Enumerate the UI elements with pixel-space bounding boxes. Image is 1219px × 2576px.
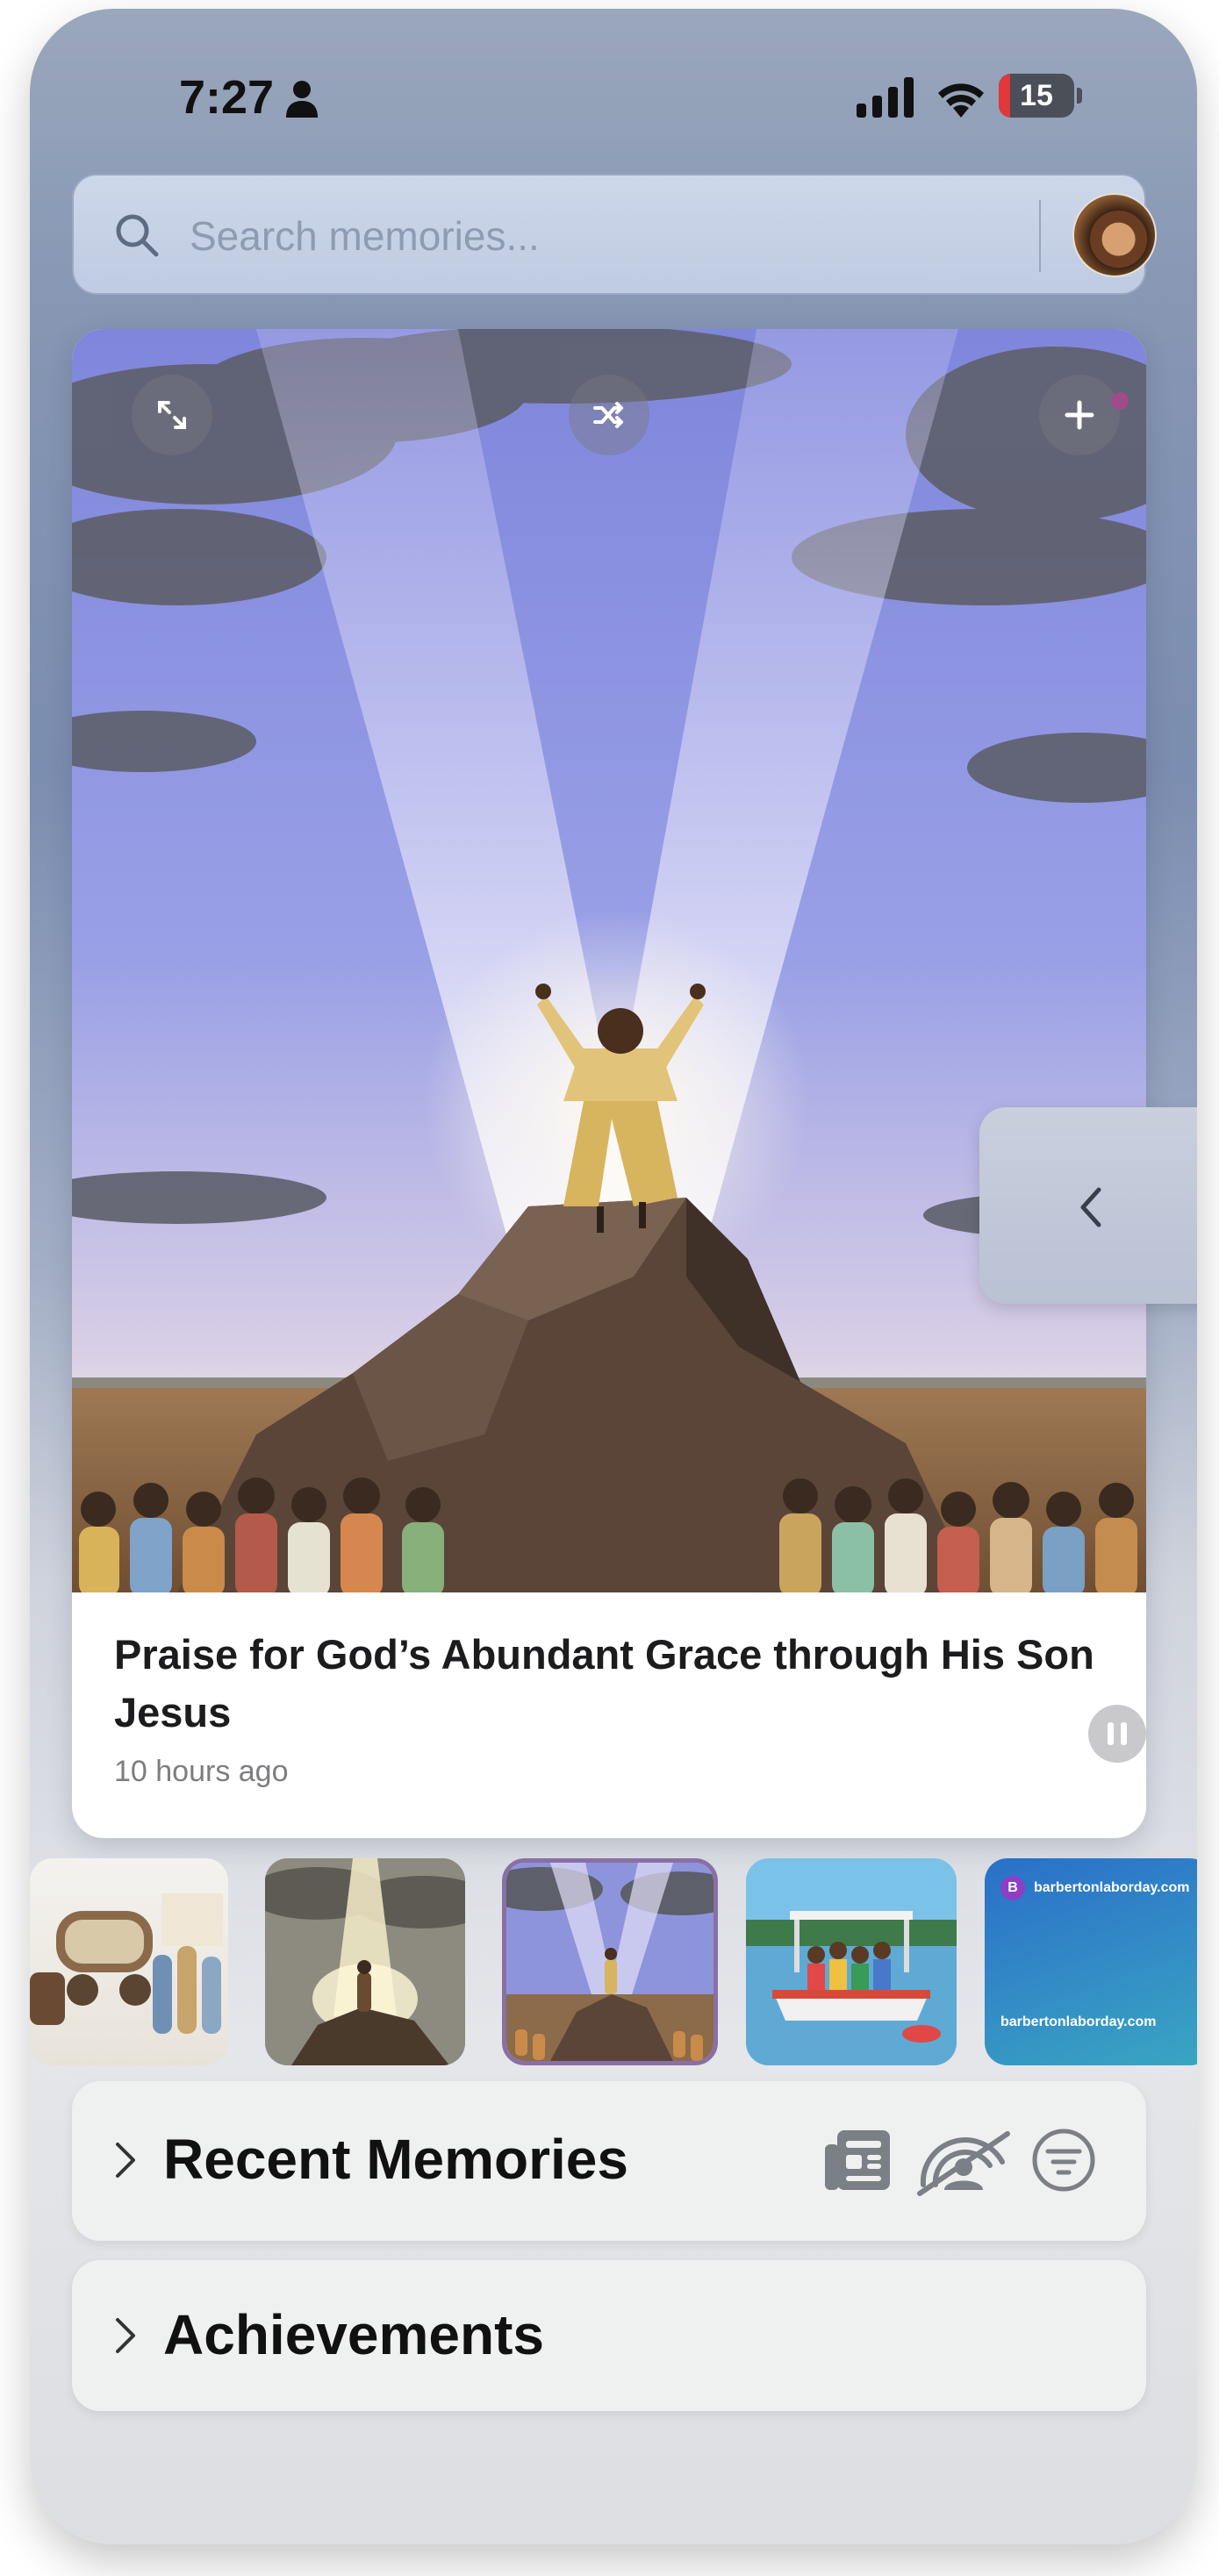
pause-button[interactable] (1088, 1705, 1146, 1763)
memory-thumbnail-strip[interactable]: B barbertonlaborday.com barbertonlaborda… (30, 1858, 1197, 2069)
site-url-bottom: barbertonlaborday.com (1000, 2014, 1157, 2029)
memory-title: Praise for God’s Abundant Grace through … (114, 1631, 1094, 1735)
chevron-left-icon (1080, 1187, 1101, 1227)
wifi-icon (938, 83, 984, 118)
thumbnail-praise-on-rock[interactable] (502, 1858, 718, 2065)
search-icon (116, 214, 159, 257)
search-bar[interactable] (72, 174, 1157, 295)
site-badge: B (1000, 1876, 1025, 1900)
add-button[interactable] (1039, 375, 1120, 455)
thumbnail-website-card[interactable]: B barbertonlaborday.com barbertonlaborda… (985, 1858, 1197, 2065)
side-drawer-tab[interactable] (979, 1107, 1197, 1304)
person-icon (286, 81, 318, 118)
featured-memory-card[interactable]: Praise for God’s Abundant Grace through … (72, 329, 1146, 1838)
chevron-right-icon (116, 2318, 135, 2353)
pause-icon (1108, 1722, 1127, 1745)
achievements-section[interactable]: Achievements (72, 2260, 1146, 2411)
status-time: 7:27 (179, 71, 275, 124)
notification-dot (1111, 392, 1129, 410)
thumbnail-figure-in-light[interactable] (265, 1858, 465, 2065)
recent-memories-title: Recent Memories (163, 2128, 628, 2191)
memory-timestamp: 10 hours ago (114, 1755, 289, 1788)
plus-icon (1065, 400, 1094, 430)
newspaper-icon[interactable] (823, 2127, 893, 2193)
thumbnail-caravan-procession[interactable] (30, 1858, 228, 2065)
expand-icon (158, 401, 186, 429)
thumbnail-boat-friends[interactable] (746, 1858, 957, 2065)
expand-button[interactable] (132, 375, 212, 455)
cellular-signal-icon (857, 77, 914, 118)
chevron-right-icon (116, 2143, 135, 2178)
shuffle-icon (593, 402, 623, 428)
featured-memory-image[interactable] (72, 329, 1146, 1592)
avatar[interactable] (1072, 193, 1157, 277)
battery-icon: 15 (999, 74, 1083, 119)
hidden-view-icon[interactable] (916, 2127, 1013, 2197)
battery-level: 15 (1020, 79, 1053, 112)
recent-memories-section[interactable]: Recent Memories (72, 2081, 1146, 2241)
phone-screen: 7:27 15 Search memories... Praise for Go… (30, 9, 1197, 2544)
status-bar: 7:27 15 (30, 9, 1197, 167)
filter-icon[interactable] (1030, 2127, 1097, 2193)
site-url-top: barbertonlaborday.com (1034, 1880, 1190, 1895)
search-divider (1039, 200, 1041, 272)
achievements-title: Achievements (163, 2303, 544, 2366)
search-input[interactable] (188, 202, 964, 270)
shuffle-button[interactable] (569, 375, 649, 455)
